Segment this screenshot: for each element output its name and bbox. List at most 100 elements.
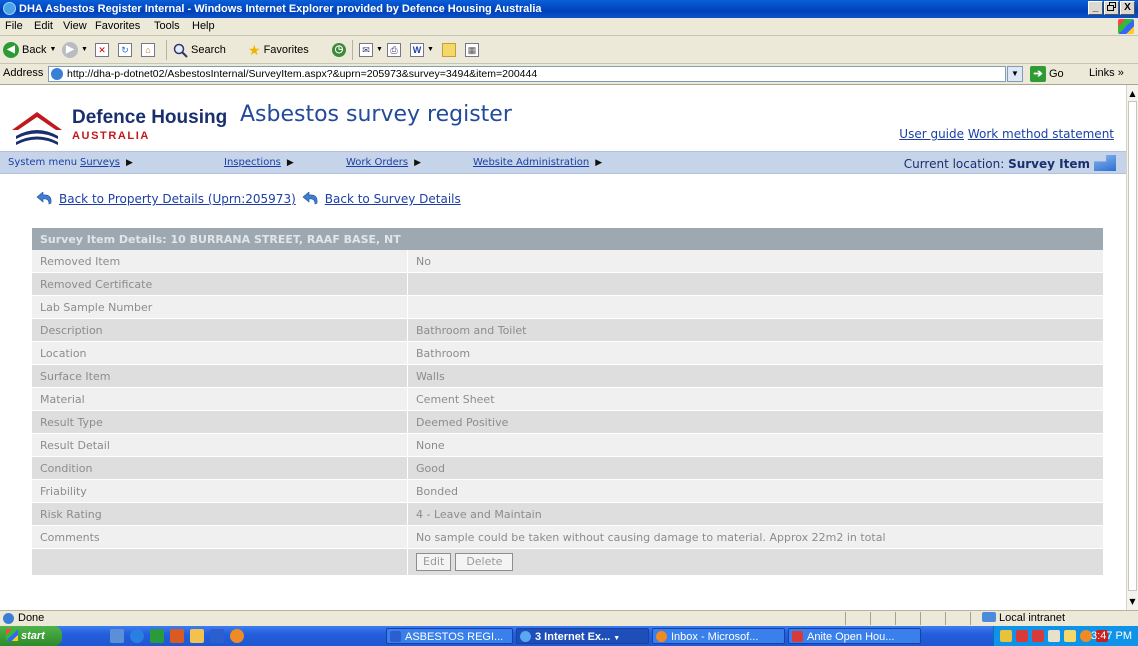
scroll-up-icon[interactable]: ▲: [1127, 87, 1138, 100]
edit-button[interactable]: Edit: [416, 553, 452, 571]
task-label: Anite Open Hou...: [807, 631, 895, 643]
chevron-down-icon: ▼: [376, 46, 383, 53]
stop-icon: ✕: [95, 43, 109, 57]
chevron-down-icon: ▼: [81, 46, 88, 53]
table-row: Removed Certificate: [32, 272, 1103, 296]
folder-button[interactable]: [442, 41, 456, 59]
stop-button[interactable]: ✕: [95, 41, 109, 59]
nav-work-orders[interactable]: Work Orders ▶: [346, 152, 421, 174]
menu-favorites[interactable]: Favorites: [95, 18, 140, 35]
work-method-statement-link[interactable]: Work method statement: [968, 127, 1114, 141]
toolbar-separator: [166, 40, 167, 60]
word-icon: [390, 631, 401, 642]
folder-icon[interactable]: [190, 629, 204, 643]
windows-logo-icon: [1118, 19, 1134, 34]
delete-button[interactable]: Delete: [455, 553, 514, 571]
print-button[interactable]: ⎙: [387, 41, 401, 59]
window-controls: _ X: [1088, 1, 1135, 15]
chevron-down-icon: ▼: [1011, 69, 1019, 78]
page-title: Asbestos survey register: [240, 102, 512, 127]
home-button[interactable]: ⌂: [141, 41, 155, 59]
minimize-button[interactable]: _: [1088, 1, 1103, 15]
refresh-button[interactable]: ↻: [118, 41, 132, 59]
scroll-down-icon[interactable]: ▼: [1127, 595, 1138, 608]
back-label: Back: [22, 44, 47, 56]
excel-icon[interactable]: [150, 629, 164, 643]
tray-mail-icon[interactable]: [1064, 630, 1076, 642]
tray-app-icon[interactable]: [1016, 630, 1028, 642]
tray-app-icon[interactable]: [1000, 630, 1012, 642]
back-to-property-link[interactable]: Back to Property Details (Uprn:205973): [59, 192, 296, 206]
status-cell: [945, 612, 970, 625]
security-zone-label: Local intranet: [999, 612, 1066, 624]
close-button[interactable]: X: [1120, 1, 1135, 15]
tray-app-icon[interactable]: [1032, 630, 1044, 642]
table-row: Material Cement Sheet: [32, 387, 1103, 411]
table-row: Result Detail None: [32, 433, 1103, 457]
start-button[interactable]: start: [0, 626, 62, 646]
table-row: Description Bathroom and Toilet: [32, 318, 1103, 342]
ie-icon: [3, 2, 16, 15]
nav-website-administration[interactable]: Website Administration ▶: [473, 152, 602, 174]
desktop-icon[interactable]: [110, 629, 124, 643]
back-to-survey-link[interactable]: Back to Survey Details: [325, 192, 461, 206]
research-button[interactable]: ▦: [465, 41, 479, 59]
field-value: Cement Sheet: [407, 387, 1103, 411]
location-arrow-icon: [1094, 155, 1116, 171]
search-button[interactable]: Search: [173, 41, 226, 59]
word-icon[interactable]: [210, 629, 224, 643]
field-label: Risk Rating: [32, 502, 408, 526]
scroll-thumb[interactable]: [1128, 101, 1137, 591]
user-guide-link[interactable]: User guide: [899, 127, 964, 141]
forward-button[interactable]: ▶ ▼: [62, 41, 88, 59]
edit-word-button[interactable]: W ▼: [410, 41, 434, 59]
nav-inspections[interactable]: Inspections ▶: [224, 152, 294, 174]
status-cell: [845, 612, 870, 625]
powerpoint-icon[interactable]: [170, 629, 184, 643]
outlook-icon[interactable]: [230, 629, 244, 643]
research-icon: ▦: [465, 43, 479, 57]
tray-app-icon[interactable]: [1048, 630, 1060, 642]
address-dropdown-button[interactable]: ▼: [1007, 66, 1023, 82]
table-row: Friability Bonded: [32, 479, 1103, 503]
back-arrow-icon: ◀: [3, 42, 19, 58]
star-icon: ★: [248, 42, 261, 58]
address-input[interactable]: http://dha-p-dotnet02/AsbestosInternal/S…: [48, 66, 1006, 82]
folder-icon: [442, 43, 456, 57]
go-label: Go: [1049, 68, 1064, 80]
field-label: Surface Item: [32, 364, 408, 388]
back-button[interactable]: ◀ Back ▼: [3, 41, 56, 59]
refresh-icon: ↻: [118, 43, 132, 57]
task-asbestos-register[interactable]: ASBESTOS REGI...: [386, 628, 513, 644]
nav-work-orders-label: Work Orders: [346, 157, 409, 168]
mail-button[interactable]: ✉ ▼: [359, 41, 383, 59]
menu-file[interactable]: File: [5, 18, 23, 35]
nav-system-menu[interactable]: System menu: [8, 152, 77, 173]
task-label: 3 Internet Ex...: [535, 631, 611, 643]
links-button[interactable]: Links »: [1089, 67, 1124, 79]
table-row: Result Type Deemed Positive: [32, 410, 1103, 434]
ie-icon[interactable]: [130, 629, 144, 643]
nav-surveys[interactable]: Surveys ▶: [80, 152, 133, 174]
table-row: Location Bathroom: [32, 341, 1103, 365]
task-anite-open-housing[interactable]: Anite Open Hou...: [788, 628, 921, 644]
maximize-button[interactable]: [1104, 1, 1119, 15]
field-value: No: [407, 250, 1103, 273]
menu-help[interactable]: Help: [192, 18, 215, 35]
menu-edit[interactable]: Edit: [34, 18, 53, 35]
dha-logo-icon: [12, 112, 62, 145]
history-button[interactable]: ◷: [332, 41, 346, 59]
go-button[interactable]: ➔ Go: [1030, 66, 1064, 82]
table-row: Removed Item No: [32, 250, 1103, 273]
status-cell: [920, 612, 945, 625]
field-label: Result Type: [32, 410, 408, 434]
page-content: Defence Housing AUSTRALIA Asbestos surve…: [0, 85, 1126, 610]
field-label: Result Detail: [32, 433, 408, 457]
favorites-button[interactable]: ★ Favorites: [248, 41, 309, 59]
task-internet-explorer[interactable]: 3 Internet Ex... ▼: [516, 628, 649, 644]
field-label: Material: [32, 387, 408, 411]
menu-tools[interactable]: Tools: [154, 18, 180, 35]
menu-view[interactable]: View: [63, 18, 87, 35]
task-inbox-outlook[interactable]: Inbox - Microsof...: [652, 628, 785, 644]
vertical-scrollbar[interactable]: ▲ ▼: [1126, 85, 1138, 610]
